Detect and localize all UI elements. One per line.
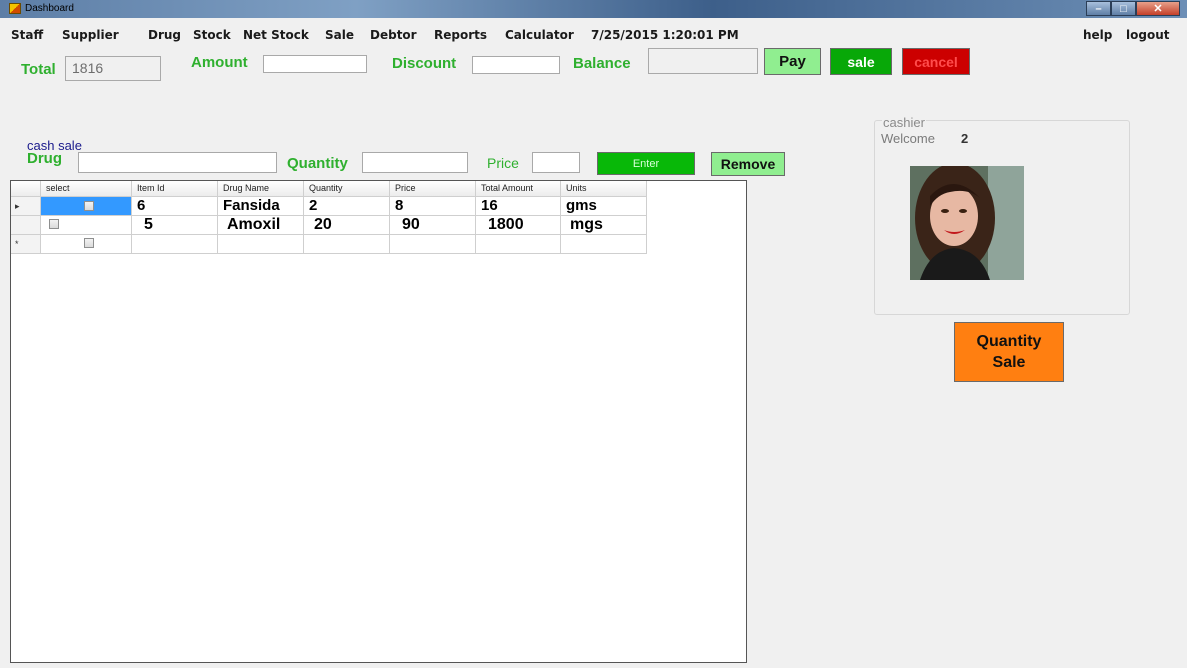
remove-button[interactable]: Remove — [711, 152, 785, 176]
close-icon[interactable]: ✕ — [1136, 1, 1180, 16]
quantity-cell[interactable]: 20 — [304, 216, 390, 235]
price-cell[interactable]: 90 — [390, 216, 476, 235]
welcome-label: Welcome — [881, 131, 935, 146]
drug-name-cell[interactable] — [218, 235, 304, 254]
window-title: Dashboard — [25, 3, 74, 14]
quantity-input[interactable] — [362, 152, 468, 173]
menu-supplier[interactable]: Supplier — [62, 28, 119, 42]
total-amount-cell[interactable]: 1800 — [476, 216, 561, 235]
menu-logout[interactable]: logout — [1126, 28, 1169, 42]
select-cell[interactable] — [41, 197, 132, 216]
balance-label: Balance — [573, 55, 631, 72]
quantity-sale-line2: Sale — [992, 354, 1026, 371]
grid-corner — [11, 181, 41, 197]
col-header-item-id[interactable]: Item Id — [132, 181, 218, 197]
select-checkbox[interactable] — [84, 201, 94, 211]
discount-input[interactable] — [472, 56, 560, 74]
quantity-cell[interactable]: 2 — [304, 197, 390, 216]
select-cell[interactable] — [41, 235, 132, 254]
menu-drug[interactable]: Drug — [148, 28, 181, 42]
drug-input[interactable] — [78, 152, 277, 173]
clock-datetime: 7/25/2015 1:20:01 PM — [591, 28, 739, 42]
menu-debtor[interactable]: Debtor — [370, 28, 417, 42]
cancel-button[interactable]: cancel — [902, 48, 970, 75]
drug-name-cell[interactable]: Fansida — [218, 197, 304, 216]
col-header-select[interactable]: select — [41, 181, 132, 197]
quantity-label: Quantity — [287, 155, 348, 172]
item-id-cell[interactable] — [132, 235, 218, 254]
total-amount-cell[interactable] — [476, 235, 561, 254]
minimize-icon[interactable]: – — [1086, 1, 1111, 16]
row-header[interactable]: * — [11, 235, 41, 254]
col-header-total-amount[interactable]: Total Amount — [476, 181, 561, 197]
enter-button[interactable]: Enter — [597, 152, 695, 175]
price-cell[interactable]: 8 — [390, 197, 476, 216]
item-id-cell[interactable]: 6 — [132, 197, 218, 216]
user-photo-icon — [910, 166, 1024, 280]
sale-button[interactable]: sale — [830, 48, 892, 75]
cashier-group-label: cashier — [882, 115, 926, 130]
select-checkbox[interactable] — [49, 219, 59, 229]
select-cell[interactable] — [41, 216, 132, 235]
total-label: Total — [21, 61, 56, 78]
title-bar: Dashboard – □ ✕ — [0, 0, 1187, 18]
balance-field[interactable] — [648, 48, 758, 74]
maximize-icon[interactable]: □ — [1111, 1, 1136, 16]
cashier-user-id: 2 — [961, 131, 969, 146]
quantity-sale-line1: Quantity — [976, 333, 1042, 350]
col-header-drug-name[interactable]: Drug Name — [218, 181, 304, 197]
menu-net-stock[interactable]: Net Stock — [243, 28, 309, 42]
row-header[interactable]: ▸ — [11, 197, 41, 216]
menu-calculator[interactable]: Calculator — [505, 28, 574, 42]
units-cell[interactable] — [561, 235, 647, 254]
window-controls: – □ ✕ — [1086, 1, 1180, 16]
quantity-sale-button[interactable]: Quantity Sale — [954, 322, 1064, 382]
menu-staff[interactable]: Staff — [11, 28, 43, 42]
menu-sale[interactable]: Sale — [325, 28, 354, 42]
menu-bar: Staff Supplier Drug Stock Net Stock Sale… — [0, 25, 1187, 45]
item-id-cell[interactable]: 5 — [132, 216, 218, 235]
total-field[interactable]: 1816 — [65, 56, 161, 81]
pay-button[interactable]: Pay — [764, 48, 821, 75]
drug-label: Drug — [27, 150, 62, 167]
row-header[interactable] — [11, 216, 41, 235]
units-cell[interactable]: gms — [561, 197, 647, 216]
menu-help[interactable]: help — [1083, 28, 1112, 42]
app-icon — [9, 3, 21, 14]
total-amount-cell[interactable]: 16 — [476, 197, 561, 216]
units-cell[interactable]: mgs — [561, 216, 647, 235]
drug-name-cell[interactable]: Amoxil — [218, 216, 304, 235]
price-label: Price — [487, 155, 519, 171]
price-input[interactable] — [532, 152, 580, 173]
menu-reports[interactable]: Reports — [434, 28, 487, 42]
discount-label: Discount — [392, 55, 457, 72]
amount-label: Amount — [191, 54, 248, 71]
select-checkbox[interactable] — [84, 238, 94, 248]
col-header-quantity[interactable]: Quantity — [304, 181, 390, 197]
col-header-units[interactable]: Units — [561, 181, 647, 197]
menu-stock[interactable]: Stock — [193, 28, 231, 42]
cashier-photo — [910, 166, 1024, 280]
price-cell[interactable] — [390, 235, 476, 254]
amount-input[interactable] — [263, 55, 367, 73]
col-header-price[interactable]: Price — [390, 181, 476, 197]
quantity-cell[interactable] — [304, 235, 390, 254]
sale-items-grid[interactable]: select Item Id Drug Name Quantity Price … — [10, 180, 747, 663]
